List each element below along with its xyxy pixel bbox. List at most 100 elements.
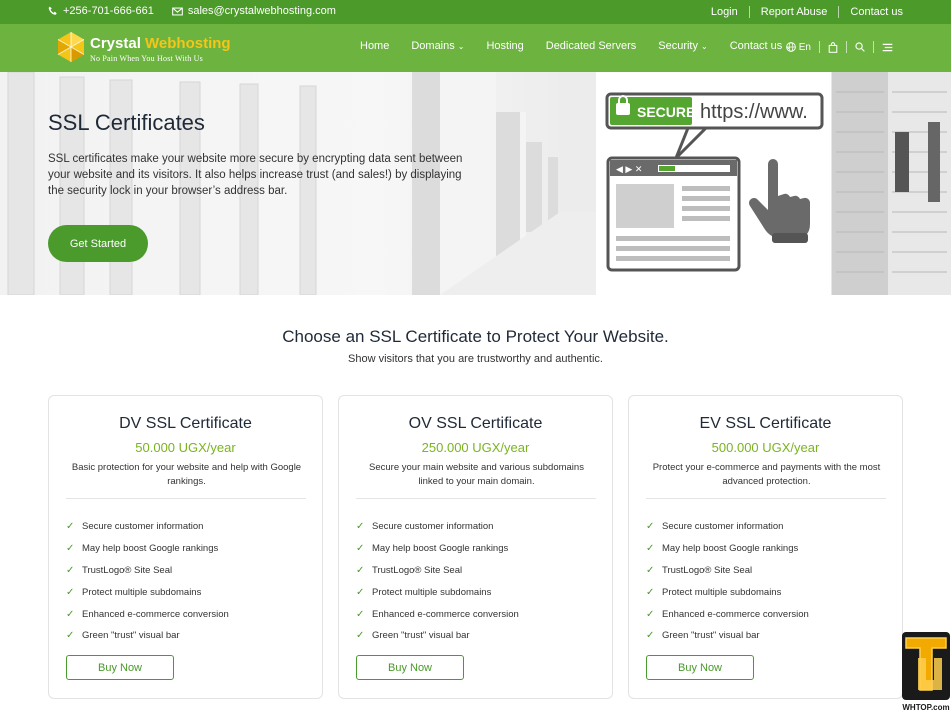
feature-label: TrustLogo® Site Seal bbox=[662, 564, 753, 576]
logo-name-crystal: Crystal bbox=[90, 35, 141, 52]
buy-now-button-dv[interactable]: Buy Now bbox=[66, 655, 174, 680]
feature-item: ✓ TrustLogo® Site Seal bbox=[66, 560, 229, 582]
check-icon: ✓ bbox=[356, 521, 365, 533]
plan-description: Basic protection for your website and he… bbox=[71, 462, 302, 487]
logo-name-webhosting: Webhosting bbox=[145, 35, 231, 52]
report-abuse-link[interactable]: Report Abuse bbox=[750, 6, 839, 18]
check-icon: ✓ bbox=[66, 630, 75, 642]
secure-label: SECURE bbox=[637, 104, 695, 120]
nav-label: Home bbox=[360, 40, 390, 52]
check-icon: ✓ bbox=[356, 564, 365, 576]
language-label: En bbox=[798, 41, 811, 53]
nav-item-dedicated-servers[interactable]: Dedicated Servers bbox=[546, 40, 637, 52]
nav-label: Hosting bbox=[486, 40, 524, 52]
check-icon: ✓ bbox=[646, 630, 655, 642]
crystal-logo-icon bbox=[57, 32, 85, 62]
header-tools: En bbox=[778, 41, 893, 53]
contact-info: +256-701-666-661 sales@crystalwebhosting… bbox=[48, 5, 336, 17]
feature-item: ✓ May help boost Google rankings bbox=[66, 538, 229, 560]
contact-us-link[interactable]: Contact us bbox=[839, 6, 903, 18]
feature-label: Protect multiple subdomains bbox=[372, 586, 492, 598]
email-address: sales@crystalwebhosting.com bbox=[187, 5, 336, 17]
email-link[interactable]: sales@crystalwebhosting.com bbox=[172, 5, 336, 17]
check-icon: ✓ bbox=[66, 521, 75, 533]
globe-icon bbox=[785, 42, 796, 52]
buy-now-button-ov[interactable]: Buy Now bbox=[356, 655, 464, 680]
whtop-caption: WHTOP.com bbox=[902, 703, 949, 712]
feature-label: Protect multiple subdomains bbox=[82, 586, 202, 598]
shopping-bag-icon bbox=[828, 41, 838, 53]
svg-text:◀ ▶ ✕: ◀ ▶ ✕ bbox=[616, 164, 642, 174]
feature-item: ✓ TrustLogo® Site Seal bbox=[646, 560, 809, 582]
plan-description: Protect your e-commerce and payments wit… bbox=[652, 462, 881, 487]
feature-label: May help boost Google rankings bbox=[82, 543, 219, 555]
search-button[interactable] bbox=[847, 42, 873, 52]
feature-list: ✓ Secure customer information ✓ May help b… bbox=[356, 516, 519, 647]
feature-label: Green "trust" visual bar bbox=[662, 630, 760, 642]
feature-item: ✓ Protect multiple subdomains bbox=[66, 581, 229, 603]
check-icon: ✓ bbox=[66, 543, 75, 555]
feature-label: Green "trust" visual bar bbox=[372, 630, 470, 642]
check-icon: ✓ bbox=[356, 630, 365, 642]
feature-item: ✓ Green "trust" visual bar bbox=[66, 625, 229, 647]
menu-button[interactable] bbox=[874, 43, 893, 52]
phone-number: +256-701-666-661 bbox=[63, 5, 154, 17]
check-icon: ✓ bbox=[646, 543, 655, 555]
plan-card-ov: OV SSL Certificate 250.000 UGX/year Secu… bbox=[338, 395, 613, 699]
cart-button[interactable] bbox=[820, 41, 846, 53]
check-icon: ✓ bbox=[646, 586, 655, 598]
feature-label: Enhanced e-commerce conversion bbox=[372, 608, 519, 620]
plan-description: Secure your main website and various sub… bbox=[369, 462, 584, 487]
nav-item-domains[interactable]: Domains ⌄ bbox=[411, 40, 464, 52]
check-icon: ✓ bbox=[66, 586, 75, 598]
login-link[interactable]: Login bbox=[700, 6, 749, 18]
feature-item: ✓ May help boost Google rankings bbox=[646, 538, 809, 560]
language-selector[interactable]: En bbox=[778, 42, 819, 53]
check-icon: ✓ bbox=[356, 586, 365, 598]
feature-label: May help boost Google rankings bbox=[662, 543, 799, 555]
buy-now-button-ev[interactable]: Buy Now bbox=[646, 655, 754, 680]
nav-label: Domains bbox=[411, 40, 455, 52]
nav-label: Dedicated Servers bbox=[545, 40, 637, 52]
nav-item-hosting[interactable]: Hosting bbox=[486, 40, 523, 52]
check-icon: ✓ bbox=[356, 543, 365, 555]
section-title: Choose an SSL Certificate to Protect You… bbox=[282, 327, 669, 346]
logo-name: Crystal Webhosting bbox=[90, 35, 231, 52]
envelope-icon bbox=[172, 7, 183, 15]
feature-item: ✓ Enhanced e-commerce conversion bbox=[66, 603, 229, 625]
feature-label: Secure customer information bbox=[372, 521, 494, 533]
logo-tagline: No Pain When You Host With Us bbox=[90, 54, 203, 63]
whtop-badge[interactable]: WHTOP.com bbox=[900, 630, 951, 713]
feature-label: Protect multiple subdomains bbox=[662, 586, 782, 598]
check-icon: ✓ bbox=[356, 608, 365, 620]
site-logo[interactable]: Crystal Webhosting No Pain When You Host… bbox=[56, 30, 246, 68]
section-subtitle: Show visitors that you are trustworthy a… bbox=[348, 353, 603, 365]
feature-item: ✓ Enhanced e-commerce conversion bbox=[356, 603, 519, 625]
ssl-illustration: SECURE https://www. ◀ ▶ ✕ bbox=[596, 72, 831, 295]
check-icon: ✓ bbox=[646, 564, 655, 576]
nav-label: Contact us bbox=[729, 40, 783, 52]
search-icon bbox=[855, 42, 865, 52]
plan-card-dv: DV SSL Certificate 50.000 UGX/year Basic… bbox=[48, 395, 323, 699]
feature-item: ✓ Green "trust" visual bar bbox=[646, 625, 809, 647]
feature-item: ✓ Protect multiple subdomains bbox=[646, 581, 809, 603]
secure-browser-illustration: SECURE https://www. ◀ ▶ ✕ bbox=[605, 92, 824, 272]
main-nav: Home Domains ⌄ Hosting Dedicated Servers … bbox=[360, 40, 814, 52]
url-text: https://www. bbox=[700, 101, 808, 123]
plan-card-ev: EV SSL Certificate 500.000 UGX/year Prot… bbox=[628, 395, 903, 699]
plan-name: EV SSL Certificate bbox=[699, 415, 832, 432]
nav-label: Security bbox=[658, 40, 698, 52]
phone-icon bbox=[48, 6, 57, 15]
nav-item-home[interactable]: Home bbox=[360, 40, 389, 52]
hero-description: SSL certificates make your website more … bbox=[48, 153, 463, 197]
plan-price: 500.000 UGX/year bbox=[711, 440, 820, 455]
phone-link[interactable]: +256-701-666-661 bbox=[48, 5, 154, 17]
feature-item: ✓ Secure customer information bbox=[66, 516, 229, 538]
chevron-down-icon: ⌄ bbox=[457, 41, 465, 51]
check-icon: ✓ bbox=[66, 608, 75, 620]
nav-item-security[interactable]: Security ⌄ bbox=[658, 40, 707, 52]
check-icon: ✓ bbox=[66, 564, 75, 576]
feature-list: ✓ Secure customer information ✓ May help b… bbox=[66, 516, 229, 647]
feature-label: May help boost Google rankings bbox=[372, 543, 509, 555]
get-started-button[interactable]: Get Started bbox=[48, 225, 148, 262]
